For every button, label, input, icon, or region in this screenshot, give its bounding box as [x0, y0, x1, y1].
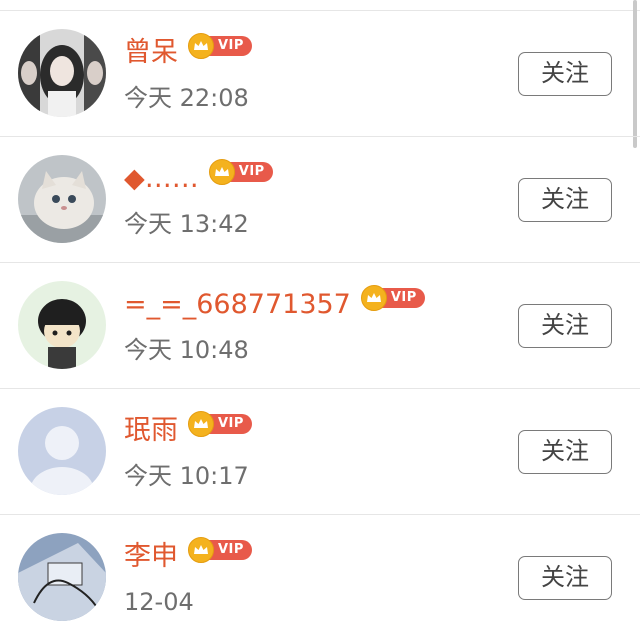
- follow-button[interactable]: 关注: [518, 430, 612, 474]
- user-list: 曾呆 VIP 今天 22:08 关注 ◆…… VIP 今天 13:42 关注 =…: [0, 11, 640, 638]
- crown-icon: [188, 411, 214, 437]
- user-name[interactable]: 李申: [124, 537, 178, 577]
- follow-button[interactable]: 关注: [518, 304, 612, 348]
- vip-badge: VIP: [208, 159, 273, 185]
- user-name[interactable]: 珉雨: [124, 411, 178, 451]
- name-line: 李申 VIP: [124, 537, 252, 577]
- crown-icon: [208, 159, 235, 185]
- crown-icon: [360, 285, 387, 311]
- list-item[interactable]: 曾呆 VIP 今天 22:08 关注: [0, 11, 640, 137]
- follow-button[interactable]: 关注: [518, 178, 612, 222]
- follower-list-screen: 曾呆 VIP 今天 22:08 关注 ◆…… VIP 今天 13:42 关注 =…: [0, 0, 640, 638]
- user-name[interactable]: =_=_668771357: [124, 285, 351, 325]
- crown-icon: [188, 33, 214, 59]
- avatar[interactable]: [18, 281, 106, 369]
- avatar[interactable]: [18, 407, 106, 495]
- user-name[interactable]: ◆……: [124, 159, 199, 199]
- name-line: 曾呆 VIP: [124, 33, 252, 73]
- timestamp: 今天 10:48: [124, 336, 249, 364]
- vip-badge: VIP: [188, 33, 252, 59]
- list-item[interactable]: =_=_668771357 VIP 今天 10:48 关注: [0, 263, 640, 389]
- vip-badge: VIP: [188, 411, 252, 437]
- avatar[interactable]: [18, 155, 106, 243]
- vip-badge: VIP: [188, 537, 252, 563]
- timestamp: 今天 22:08: [124, 84, 249, 112]
- list-item[interactable]: 李申 VIP 12-04 关注: [0, 515, 640, 638]
- timestamp: 12-04: [124, 588, 194, 616]
- list-item[interactable]: 珉雨 VIP 今天 10:17 关注: [0, 389, 640, 515]
- avatar[interactable]: [18, 533, 106, 621]
- timestamp: 今天 10:17: [124, 462, 249, 490]
- crown-icon: [188, 537, 214, 563]
- timestamp: 今天 13:42: [124, 210, 249, 238]
- vip-badge: VIP: [360, 285, 425, 311]
- list-item[interactable]: ◆…… VIP 今天 13:42 关注: [0, 137, 640, 263]
- name-line: 珉雨 VIP: [124, 411, 252, 451]
- user-name[interactable]: 曾呆: [124, 33, 178, 73]
- name-line: =_=_668771357 VIP: [124, 285, 425, 325]
- name-line: ◆…… VIP: [124, 159, 273, 199]
- follow-button[interactable]: 关注: [518, 52, 612, 96]
- follow-button[interactable]: 关注: [518, 556, 612, 600]
- avatar[interactable]: [18, 29, 106, 117]
